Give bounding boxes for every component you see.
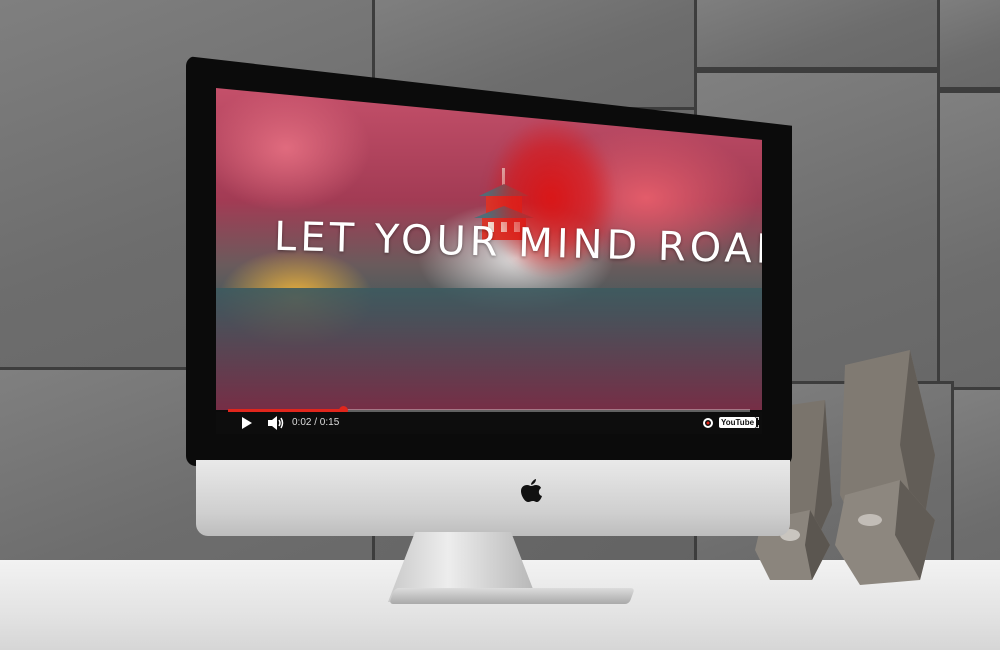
play-icon[interactable] — [242, 417, 252, 429]
volume-icon[interactable] — [268, 416, 284, 430]
wall-tile — [937, 0, 1000, 90]
time-display: 0:02 / 0:15 — [292, 417, 340, 428]
player-controls: 0:02 / 0:15 YouTube — [216, 412, 762, 434]
monitor-chin — [196, 460, 790, 536]
settings-icon[interactable] — [702, 417, 714, 429]
monitor-stand-base — [389, 588, 635, 604]
video-frame-reflection — [216, 288, 762, 410]
video-player[interactable]: LET YOUR MIND ROAM 0:02 / 0:15 YouTube — [216, 88, 762, 434]
fullscreen-icon[interactable] — [748, 417, 759, 428]
apple-logo-icon — [521, 479, 542, 502]
